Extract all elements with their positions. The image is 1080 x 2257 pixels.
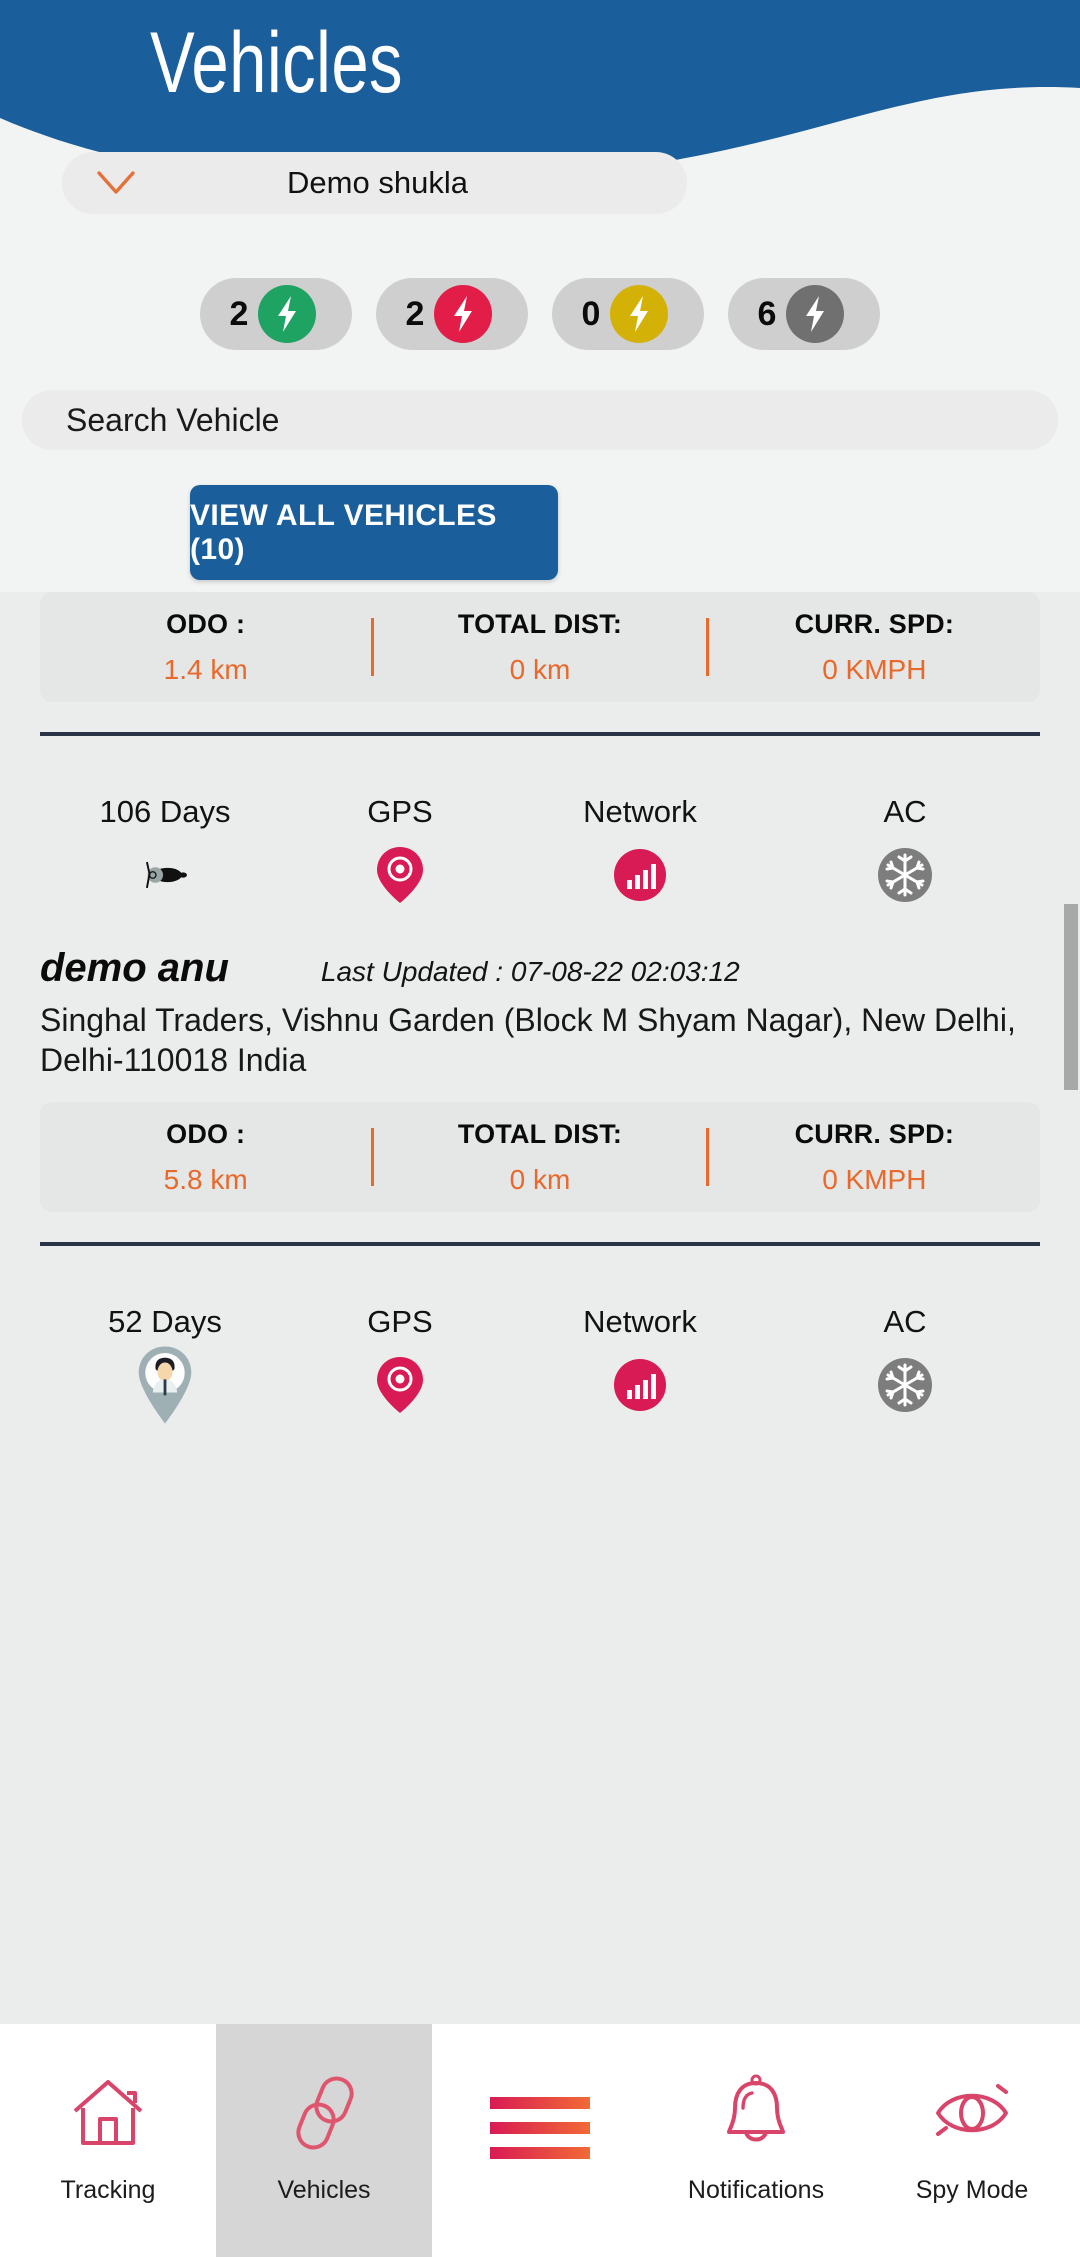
bolt-icon (434, 285, 493, 343)
stat-label: TOTAL DIST: (457, 608, 623, 639)
stat-value: 5.8 km (163, 1163, 248, 1195)
nav-item-tracking[interactable]: Tracking (0, 2024, 216, 2257)
network-status-block: Network (510, 794, 770, 906)
ac-status-block: AC (770, 794, 1040, 906)
stat-label: ODO : (166, 1118, 246, 1149)
stat-value: 1.4 km (163, 653, 248, 685)
vehicles-screen: Vehicles Demo shukla 2 2 0 6 Search Vehi… (0, 0, 1080, 2257)
scooter-icon (134, 844, 196, 906)
nav-item-notifications[interactable]: Notifications (648, 2024, 864, 2257)
stat-label: CURR. SPD: (794, 608, 955, 639)
bell-icon (719, 2074, 793, 2150)
ac-label: AC (883, 794, 927, 829)
last-updated-label: Last Updated : (320, 956, 504, 987)
stat-value: 0 km (509, 1163, 571, 1195)
page-title: Vehicles (150, 15, 403, 111)
gps-status-block: GPS (290, 1304, 510, 1416)
vehicle-card[interactable]: demo anu Last Updated : 07-08-22 02:03:1… (0, 906, 1080, 1424)
bolt-icon (258, 285, 317, 343)
ac-status-block: AC (770, 1304, 1040, 1416)
days-label: 52 Days (108, 1304, 222, 1340)
gps-label: GPS (367, 1304, 433, 1340)
stat-total-dist: TOTAL DIST: 0 km (374, 1119, 705, 1196)
pill-count: 6 (757, 294, 777, 333)
search-input-placeholder: Search Vehicle (66, 401, 280, 438)
last-updated-value: 07-08-22 02:03:12 (510, 956, 740, 987)
nav-item-spy-mode[interactable]: Spy Mode (864, 2024, 1080, 2257)
status-pill-stopped[interactable]: 2 (376, 278, 528, 350)
network-status-block: Network (510, 1304, 770, 1416)
stat-label: ODO : (166, 608, 246, 639)
search-vehicle-field[interactable]: Search Vehicle (22, 390, 1058, 450)
stat-curr-spd: CURR. SPD: 0 KMPH (709, 1119, 1040, 1196)
stat-value: 0 KMPH (822, 1163, 927, 1195)
link-chain-icon (289, 2076, 359, 2150)
nav-item-menu[interactable] (432, 2024, 648, 2257)
ac-label: AC (883, 1304, 927, 1340)
vehicle-status-row: 52 Days GPS Network AC (40, 1246, 1040, 1424)
pill-count: 2 (229, 294, 249, 333)
account-name: Demo shukla (287, 165, 468, 200)
vehicle-status-row: 106 Days GPS Network AC (40, 736, 1040, 906)
stat-odo: ODO : 1.4 km (40, 609, 371, 686)
vehicle-stats-panel: ODO : 5.8 km TOTAL DIST: 0 km CURR. SPD:… (40, 1102, 1040, 1213)
bolt-icon (786, 285, 845, 343)
vehicle-list[interactable]: ODO : 1.4 km TOTAL DIST: 0 km CURR. SPD:… (0, 592, 1080, 2024)
gps-status-block: GPS (290, 794, 510, 906)
account-dropdown[interactable]: Demo shukla (62, 152, 687, 214)
pill-count: 2 (405, 294, 425, 333)
pill-count: 0 (581, 294, 601, 333)
vehicle-days-block: 106 Days (40, 794, 290, 906)
vehicle-address: Singhal Traders, Vishnu Garden (Block M … (40, 1002, 1016, 1078)
home-icon (69, 2076, 147, 2150)
stat-value: 0 km (509, 653, 571, 685)
stat-odo: ODO : 5.8 km (40, 1119, 371, 1196)
last-updated: Last Updated : 07-08-22 02:03:12 (321, 956, 740, 988)
status-pill-idle[interactable]: 0 (552, 278, 704, 350)
stat-value: 0 KMPH (822, 653, 927, 685)
nav-item-vehicles[interactable]: Vehicles (216, 2024, 432, 2257)
network-label: Network (583, 794, 697, 829)
nav-label: Vehicles (277, 2176, 371, 2204)
eye-icon (928, 2076, 1016, 2150)
stat-label: CURR. SPD: (794, 1118, 955, 1149)
bolt-icon (610, 285, 669, 343)
hamburger-menu-icon (485, 2091, 595, 2165)
snowflake-icon (874, 1354, 936, 1416)
status-pill-row: 2 2 0 6 (0, 278, 1080, 350)
status-pill-offline[interactable]: 6 (728, 278, 880, 350)
signal-bars-icon (609, 1354, 671, 1416)
snowflake-icon (874, 844, 936, 906)
stat-total-dist: TOTAL DIST: 0 km (374, 609, 705, 686)
chevron-down-icon[interactable] (94, 161, 138, 205)
nav-label: Spy Mode (915, 2176, 1029, 2204)
vehicle-name: demo anu (40, 946, 229, 990)
person-pin-icon (134, 1346, 196, 1424)
stat-label: TOTAL DIST: (457, 1118, 623, 1149)
location-pin-icon (369, 1354, 431, 1416)
vehicle-days-block: 52 Days (40, 1304, 290, 1424)
vertical-scrollbar[interactable] (1064, 904, 1078, 1090)
nav-label: Notifications (687, 2176, 825, 2204)
location-pin-icon (369, 844, 431, 906)
view-all-vehicles-button[interactable]: VIEW ALL VEHICLES (10) (190, 485, 558, 580)
days-label: 106 Days (99, 794, 231, 829)
status-pill-running[interactable]: 2 (200, 278, 352, 350)
vehicle-stats-panel: ODO : 1.4 km TOTAL DIST: 0 km CURR. SPD:… (40, 592, 1040, 702)
network-label: Network (583, 1304, 697, 1340)
vehicle-card[interactable]: ODO : 1.4 km TOTAL DIST: 0 km CURR. SPD:… (0, 592, 1080, 906)
vehicle-card-header: demo anu Last Updated : 07-08-22 02:03:1… (40, 906, 1040, 1001)
gps-label: GPS (367, 794, 433, 829)
stat-curr-spd: CURR. SPD: 0 KMPH (709, 609, 1040, 686)
nav-label: Tracking (60, 2176, 156, 2204)
signal-bars-icon (609, 844, 671, 906)
bottom-navigation: Tracking Vehicles Notifications Spy Mode (0, 2024, 1080, 2257)
